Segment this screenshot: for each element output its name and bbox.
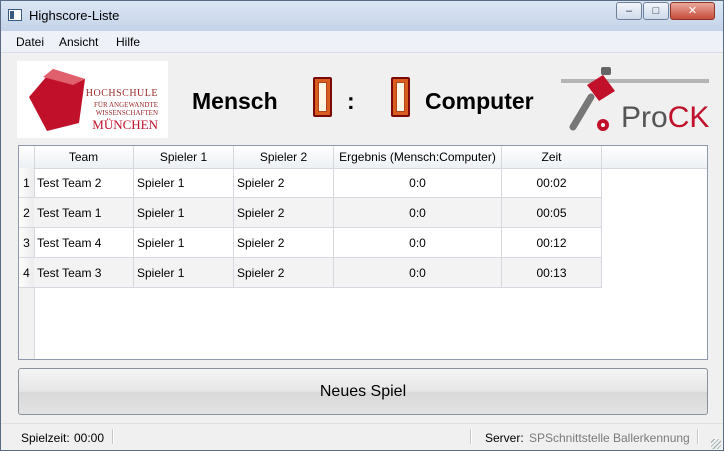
app-window: Highscore-Liste ‒ □ ✕ Datei Ansicht Hilf… xyxy=(0,0,724,451)
window-title: Highscore-Liste xyxy=(29,8,120,23)
cell-zeit[interactable]: 00:05 xyxy=(502,198,602,228)
minimize-button[interactable]: ‒ xyxy=(616,2,642,20)
score-computer-display xyxy=(391,77,410,117)
player-human-label: Mensch xyxy=(192,88,278,114)
highscore-table[interactable]: Team Spieler 1 Spieler 2 Ergebnis (Mensc… xyxy=(18,145,708,360)
cell-zeit[interactable]: 00:02 xyxy=(502,168,602,198)
cell-spieler1[interactable]: Spieler 1 xyxy=(134,258,234,288)
row-number[interactable]: 2 xyxy=(19,198,34,228)
hm-logo-line3: WISSENSCHAFTEN xyxy=(95,109,158,117)
server-label: Server: xyxy=(485,431,524,445)
cell-spieler2[interactable]: Spieler 2 xyxy=(234,258,334,288)
score-separator: : xyxy=(347,88,355,114)
row-header-column: 1 2 3 4 xyxy=(19,168,35,359)
row-number[interactable]: 3 xyxy=(19,228,34,258)
hm-logo-line2: FÜR ANGEWANDTE xyxy=(94,101,158,109)
cell-team[interactable]: Test Team 1 xyxy=(34,198,134,228)
player-computer-label: Computer xyxy=(425,88,534,114)
column-header-team[interactable]: Team xyxy=(34,146,134,168)
table-row[interactable]: Test Team 3 Spieler 1 Spieler 2 0:0 00:1… xyxy=(34,258,602,288)
score-human-display xyxy=(313,77,332,117)
cell-team[interactable]: Test Team 3 xyxy=(34,258,134,288)
playtime-value: 00:00 xyxy=(74,431,105,445)
cell-ergebnis[interactable]: 0:0 xyxy=(334,228,502,258)
cell-spieler1[interactable]: Spieler 1 xyxy=(134,168,234,198)
prock-logo-ck: CK xyxy=(667,101,710,134)
row-number[interactable]: 4 xyxy=(19,258,34,288)
row-number[interactable]: 1 xyxy=(19,168,34,198)
cell-zeit[interactable]: 00:12 xyxy=(502,228,602,258)
menu-ansicht[interactable]: Ansicht xyxy=(59,35,98,49)
server-status-spschnittstelle: SPSchnittstelle xyxy=(529,431,610,445)
playtime-label: Spielzeit: xyxy=(21,431,70,445)
hm-logo: HOCHSCHULE FÜR ANGEWANDTE WISSENSCHAFTEN… xyxy=(17,61,168,138)
status-separator xyxy=(697,429,699,444)
prock-logo-text: ProCK xyxy=(621,101,709,135)
cell-ergebnis[interactable]: 0:0 xyxy=(334,168,502,198)
column-header-spieler1[interactable]: Spieler 1 xyxy=(134,146,234,168)
resize-grip-icon[interactable] xyxy=(711,439,721,449)
column-header-zeit[interactable]: Zeit xyxy=(502,146,602,168)
title-bar[interactable]: Highscore-Liste ‒ □ ✕ xyxy=(1,1,723,31)
app-icon xyxy=(8,9,22,21)
status-separator xyxy=(470,429,472,444)
table-row[interactable]: Test Team 1 Spieler 1 Spieler 2 0:0 00:0… xyxy=(34,198,602,228)
menu-hilfe[interactable]: Hilfe xyxy=(116,35,140,49)
cell-spieler1[interactable]: Spieler 1 xyxy=(134,228,234,258)
status-bar: Spielzeit: 00:00 Server: SPSchnittstelle… xyxy=(1,423,723,450)
status-separator xyxy=(112,429,114,444)
cell-team[interactable]: Test Team 2 xyxy=(34,168,134,198)
cell-ergebnis[interactable]: 0:0 xyxy=(334,258,502,288)
menu-bar: Datei Ansicht Hilfe xyxy=(1,31,723,53)
maximize-button[interactable]: □ xyxy=(643,2,669,20)
menu-datei[interactable]: Datei xyxy=(16,35,44,49)
hm-logo-line1: HOCHSCHULE xyxy=(85,88,158,99)
table-corner[interactable] xyxy=(19,146,35,168)
cell-spieler2[interactable]: Spieler 2 xyxy=(234,168,334,198)
table-header: Team Spieler 1 Spieler 2 Ergebnis (Mensc… xyxy=(19,146,707,169)
column-header-spieler2[interactable]: Spieler 2 xyxy=(234,146,334,168)
cell-spieler2[interactable]: Spieler 2 xyxy=(234,228,334,258)
scoreboard-header: HOCHSCHULE FÜR ANGEWANDTE WISSENSCHAFTEN… xyxy=(1,53,723,141)
cell-spieler1[interactable]: Spieler 1 xyxy=(134,198,234,228)
table-row[interactable]: Test Team 4 Spieler 1 Spieler 2 0:0 00:1… xyxy=(34,228,602,258)
table-row[interactable]: Test Team 2 Spieler 1 Spieler 2 0:0 00:0… xyxy=(34,168,602,198)
hm-logo-line4: MÜNCHEN xyxy=(92,117,158,132)
column-header-ergebnis[interactable]: Ergebnis (Mensch:Computer) xyxy=(334,146,502,168)
cell-spieler2[interactable]: Spieler 2 xyxy=(234,198,334,228)
cell-team[interactable]: Test Team 4 xyxy=(34,228,134,258)
close-button[interactable]: ✕ xyxy=(670,2,715,20)
prock-logo-pro: Pro xyxy=(621,101,668,134)
cell-zeit[interactable]: 00:13 xyxy=(502,258,602,288)
new-game-button[interactable]: Neues Spiel xyxy=(18,368,708,415)
server-status-ballerkennung: Ballerkennung xyxy=(613,431,690,445)
cell-ergebnis[interactable]: 0:0 xyxy=(334,198,502,228)
